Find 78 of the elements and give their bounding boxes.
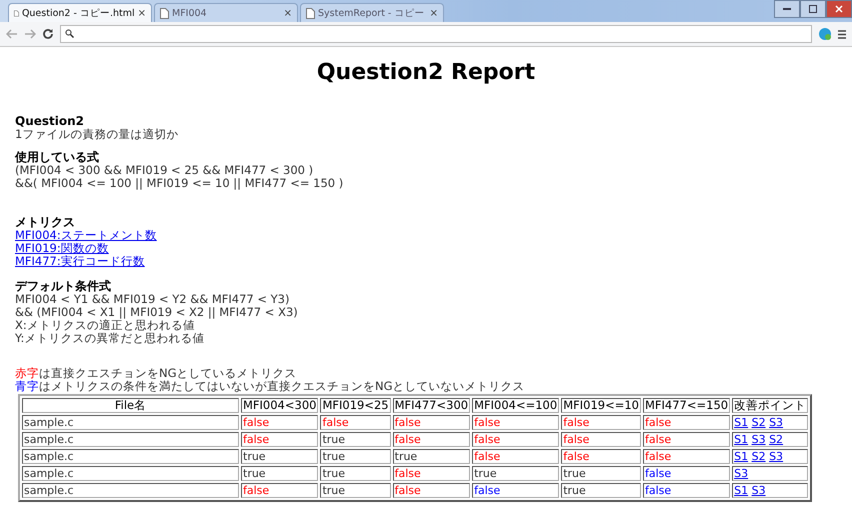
legend-text: 赤字は直接クエスチョンをNGとしているメトリクス	[15, 367, 297, 380]
browser-tab[interactable]: MFI004 ×	[154, 3, 298, 22]
browser-tab[interactable]: Question2 - コピー.html ×	[8, 3, 152, 22]
table-cell: false	[392, 466, 470, 481]
table-cell: false	[392, 483, 470, 498]
question-text: 1ファイルの責務の量は適切か	[15, 128, 178, 141]
page-title: Question2 Report	[316, 59, 536, 87]
table-cell: true	[472, 466, 560, 481]
column-header: MFI004<=100	[472, 398, 560, 413]
section-heading: デフォルト条件式	[15, 280, 111, 293]
table-cell: sample.c	[22, 415, 239, 430]
table-cell: false	[643, 432, 730, 447]
table-cell: false	[472, 432, 560, 447]
table-cell: true	[561, 483, 641, 498]
section-heading: Question2	[15, 115, 84, 128]
table-cell: true	[320, 466, 391, 481]
table-cell: false	[561, 432, 641, 447]
table-cell: true	[241, 449, 318, 464]
formula-line: Y:メトリクスの異常だと思われる値	[15, 332, 204, 345]
legend-text: 青字はメトリクスの条件を満たしてはいないが直接クエスチョンをNGとしていないメトリクス	[15, 380, 525, 393]
table-cell: false	[643, 483, 730, 498]
close-icon[interactable]: ×	[284, 8, 292, 18]
metric-link[interactable]: MFI477:実行コード行数	[15, 255, 145, 268]
close-icon[interactable]: ×	[138, 8, 146, 18]
point-link[interactable]: S1	[734, 416, 748, 429]
table-cell: false	[472, 449, 560, 464]
column-header: MFI019<25	[320, 398, 391, 413]
point-link[interactable]: S3	[769, 416, 784, 429]
table-cell: true	[561, 466, 641, 481]
table-cell: sample.c	[22, 466, 239, 481]
table-cell: false	[561, 415, 641, 430]
table-cell: false	[241, 415, 318, 430]
point-link[interactable]: S3	[734, 467, 748, 480]
table-cell: false	[472, 415, 560, 430]
column-header: MFI004<300	[241, 398, 318, 413]
point-link[interactable]: S2	[752, 416, 766, 429]
point-link[interactable]: S2	[769, 433, 784, 446]
point-link[interactable]: S1	[734, 433, 748, 446]
formula-line: MFI004 < Y1 && MFI019 < Y2 && MFI477 < Y3)	[15, 293, 290, 306]
table-cell: false	[643, 466, 730, 481]
point-link[interactable]: S1	[734, 484, 748, 497]
table-cell: true	[320, 483, 391, 498]
table-cell: false	[392, 432, 470, 447]
table-cell: false	[643, 415, 730, 430]
formula-line: (MFI004 < 300 && MFI019 < 25 && MFI477 < 300 )	[15, 164, 314, 177]
formula-line: &&( MFI004 <= 100 || MFI019 <= 10 || MFI477 <= 150 )	[15, 177, 344, 190]
section-heading: メトリクス	[15, 216, 75, 229]
table-cell: false	[241, 432, 318, 447]
table-cell: false	[561, 449, 641, 464]
table-cell: false	[241, 483, 318, 498]
table-cell: true	[320, 449, 391, 464]
browser-tab[interactable]: SystemReport - コピー ×	[300, 3, 444, 22]
metric-link[interactable]: MFI019:関数の数	[15, 242, 109, 255]
table-cell: true	[241, 466, 318, 481]
column-header: MFI019<=10	[561, 398, 641, 413]
metric-link[interactable]: MFI004:ステートメント数	[15, 229, 157, 242]
table-cell: false	[472, 483, 560, 498]
table-cell: false	[320, 415, 391, 430]
table-cell: sample.c	[22, 449, 239, 464]
table-cell: false	[392, 415, 470, 430]
table-cell: false	[643, 449, 730, 464]
point-link[interactable]: S3	[769, 450, 784, 463]
column-header: MFI477<=150	[643, 398, 730, 413]
point-link[interactable]: S2	[752, 450, 766, 463]
point-link[interactable]: S3	[752, 484, 766, 497]
point-link[interactable]: S1	[734, 450, 748, 463]
table-cell: true	[320, 432, 391, 447]
table-cell: sample.c	[22, 432, 239, 447]
column-header: File名	[22, 398, 239, 413]
column-header: 改善ポイント	[732, 398, 808, 413]
column-header: MFI477<300	[392, 398, 470, 413]
table-cell: sample.c	[22, 483, 239, 498]
section-heading: 使用している式	[15, 151, 99, 164]
formula-line: && (MFI004 < X1 || MFI019 < X2 || MFI477 < X3)	[15, 306, 298, 319]
point-link[interactable]: S3	[752, 433, 766, 446]
formula-line: X:メトリクスの適正と思われる値	[15, 319, 195, 332]
close-icon[interactable]: ×	[430, 8, 438, 18]
table-cell: true	[392, 449, 470, 464]
